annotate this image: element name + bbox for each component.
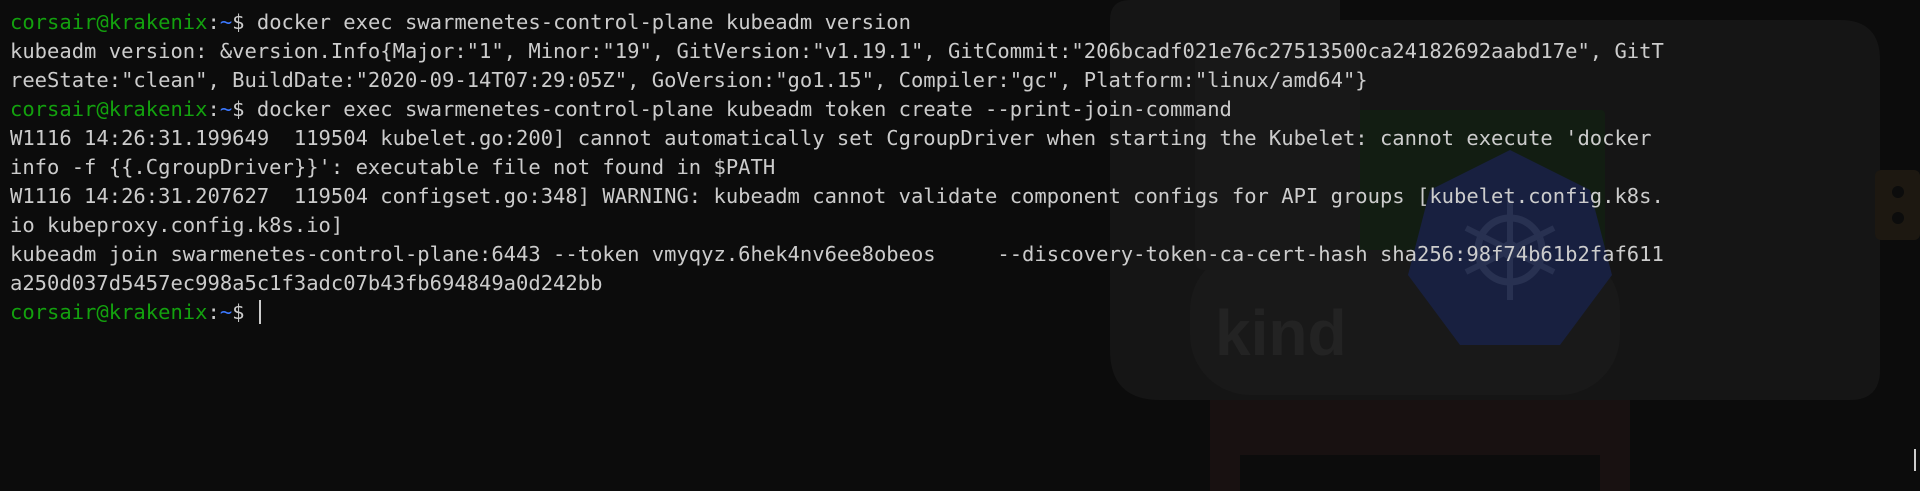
- output-line: info -f {{.CgroupDriver}}': executable f…: [10, 155, 776, 179]
- output-line: a250d037d5457ec998a5c1f3adc07b43fb694849…: [10, 271, 603, 295]
- prompt-symbol: $: [232, 300, 257, 324]
- terminal-window[interactable]: corsair@krakenix:~$ docker exec swarmene…: [0, 0, 1920, 491]
- output-line: W1116 14:26:31.199649 119504 kubelet.go:…: [10, 126, 1652, 150]
- prompt-separator: :: [207, 10, 220, 34]
- prompt-path: ~: [219, 300, 233, 324]
- text-cursor: [258, 300, 261, 324]
- output-line: kubeadm join swarmenetes-control-plane:6…: [10, 242, 1664, 266]
- prompt-separator: :: [207, 300, 220, 324]
- command-line-1: corsair@krakenix:~$ docker exec swarmene…: [10, 8, 911, 37]
- prompt-user: corsair@krakenix: [10, 10, 208, 34]
- prompt-path: ~: [219, 10, 233, 34]
- command-text: docker exec swarmenetes-control-plane ku…: [256, 97, 1232, 121]
- command-text: docker exec swarmenetes-control-plane ku…: [256, 10, 911, 34]
- active-prompt-line[interactable]: corsair@krakenix:~$: [10, 298, 261, 327]
- prompt-user: corsair@krakenix: [10, 300, 208, 324]
- output-line: reeState:"clean", BuildDate:"2020-09-14T…: [10, 68, 1368, 92]
- output-line: W1116 14:26:31.207627 119504 configset.g…: [10, 184, 1664, 208]
- prompt-symbol: $: [232, 97, 257, 121]
- prompt-separator: :: [207, 97, 220, 121]
- command-line-2: corsair@krakenix:~$ docker exec swarmene…: [10, 95, 1232, 124]
- output-line: kubeadm version: &version.Info{Major:"1"…: [10, 39, 1664, 63]
- scrollbar-marker[interactable]: [1914, 449, 1916, 471]
- prompt-path: ~: [219, 97, 233, 121]
- prompt-user: corsair@krakenix: [10, 97, 208, 121]
- output-line: io kubeproxy.config.k8s.io]: [10, 213, 344, 237]
- prompt-symbol: $: [232, 10, 257, 34]
